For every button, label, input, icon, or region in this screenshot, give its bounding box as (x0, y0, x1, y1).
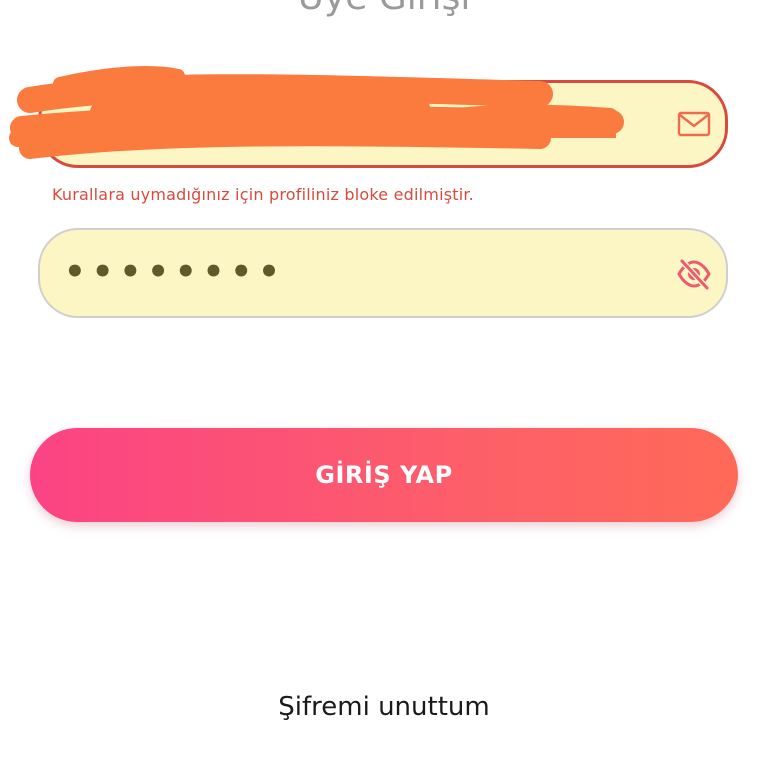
page-title: Üye Girişi (0, 0, 768, 18)
password-field[interactable]: •••••••• (38, 228, 728, 318)
login-screen: Üye Girişi Kurallara uymadığınız için pr… (0, 0, 768, 768)
mail-icon (677, 111, 711, 137)
login-button[interactable]: GİRİŞ YAP (30, 428, 738, 522)
email-field[interactable] (38, 80, 728, 168)
error-message: Kurallara uymadığınız için profiliniz bl… (52, 185, 474, 204)
eye-slash-icon[interactable] (676, 256, 712, 292)
forgot-password-link[interactable]: Şifremi unuttum (0, 692, 768, 722)
password-value: •••••••• (64, 252, 286, 292)
